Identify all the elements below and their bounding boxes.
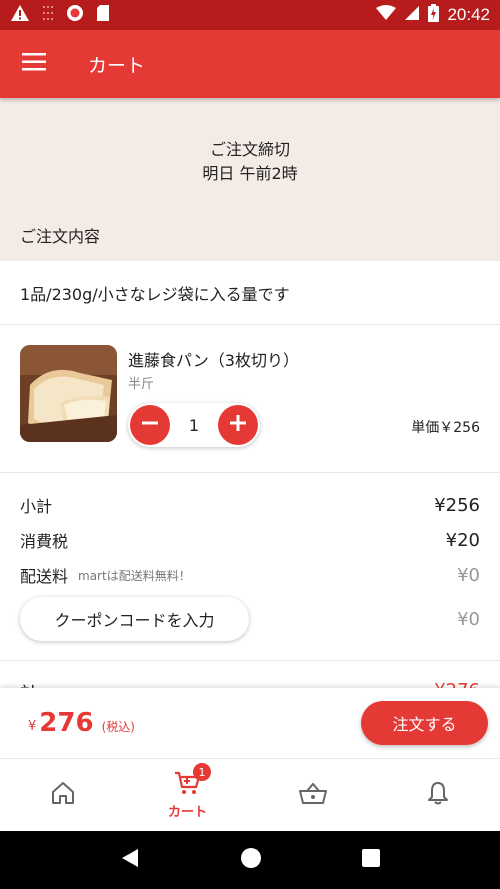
coupon-code-label: クーポンコードを入力 [54,611,215,630]
nav-cart[interactable]: 1 カート [125,759,250,831]
place-order-label: 注文する [392,715,457,734]
tax-row: 消費税 ¥20 [20,528,480,552]
system-navigation [0,831,500,889]
quantity-stepper: 1 [128,403,260,447]
recents-icon[interactable] [361,848,381,872]
shipping-value: ¥0 [457,564,480,586]
back-icon[interactable] [119,847,141,873]
home-icon [50,781,76,809]
signal-dots-icon [42,4,54,26]
increase-button[interactable] [218,405,258,445]
subtotal-row: 小計 ¥256 [20,493,480,517]
total-currency: ¥ [28,718,37,734]
minus-icon [141,414,159,436]
coupon-code-button[interactable]: クーポンコードを入力 [20,597,249,641]
total-label: 計 [20,680,38,688]
subtotal-label: 小計 [20,497,53,516]
total-row: 計 ¥276 [20,680,480,688]
quantity-value: 1 [188,415,200,435]
subtotal-value: ¥256 [434,494,480,516]
cell-signal-icon [404,5,420,25]
app-bar: カート [0,30,500,98]
warning-icon [10,4,30,26]
tax-label: 消費税 [20,532,69,551]
wifi-icon [376,5,397,25]
nav-basket[interactable] [250,759,375,831]
place-order-button[interactable]: 注文する [361,701,488,745]
product-image[interactable] [20,345,117,442]
sd-card-icon [96,4,110,26]
bell-icon [427,780,449,810]
product-name[interactable]: 進藤食パン（3枚切り） [128,347,299,371]
basket-icon [298,782,327,808]
shipping-row: 配送料 martは配送料無料！ ¥0 [20,563,480,587]
page-title: カート [88,54,146,77]
battery-charging-icon [428,4,440,26]
menu-button[interactable] [0,30,68,98]
hamburger-menu-icon [22,53,46,75]
deadline-panel: ご注文締切 明日 午前2時 ご注文内容 [0,98,500,261]
deadline-label: ご注文締切 [209,140,290,159]
coupon-value: ¥0 [457,609,480,630]
nav-home[interactable] [0,759,125,831]
product-variant: 半斤 [128,377,155,392]
status-bar: 20:42 [0,0,500,30]
order-section-title: ご注文内容 [20,227,101,246]
unit-price: 単価￥256 [411,420,480,436]
price-summary: 小計 ¥256 消費税 ¥20 配送料 martは配送料無料！ ¥0 クーポンコ… [0,473,500,661]
deadline-time: 明日 午前2時 [202,164,298,183]
nav-cart-label: カート [167,805,207,820]
shipping-note: martは配送料無料！ [78,568,191,583]
status-time: 20:42 [447,5,490,24]
decrease-button[interactable] [130,405,170,445]
home-circle-icon[interactable] [240,847,262,873]
bottom-navigation: 1 カート [0,758,500,831]
checkout-bar: ¥ 276 (税込) 注文する [0,688,500,758]
total-amount: 276 [39,708,94,738]
cart-badge: 1 [193,763,211,781]
order-note-text: 1品/230g/小さなレジ袋に入る量です [20,284,290,304]
coupon-row: ¥0 [260,609,480,630]
cart-content[interactable]: ご注文締切 明日 午前2時 ご注文内容 1品/230g/小さなレジ袋に入る量です… [0,98,500,688]
nav-notifications[interactable] [375,759,500,831]
total-value: ¥276 [434,680,480,688]
order-note: 1品/230g/小さなレジ袋に入る量です [0,261,500,325]
tax-value: ¥20 [445,529,480,551]
deadline-text: ご注文締切 明日 午前2時 [0,138,500,186]
tax-included-note: (税込) [101,719,135,734]
cart-item: 進藤食パン（3枚切り） 半斤 1 単価￥256 [0,325,500,473]
record-icon [66,4,84,26]
plus-icon [229,414,247,436]
shipping-label: 配送料 [20,567,69,586]
